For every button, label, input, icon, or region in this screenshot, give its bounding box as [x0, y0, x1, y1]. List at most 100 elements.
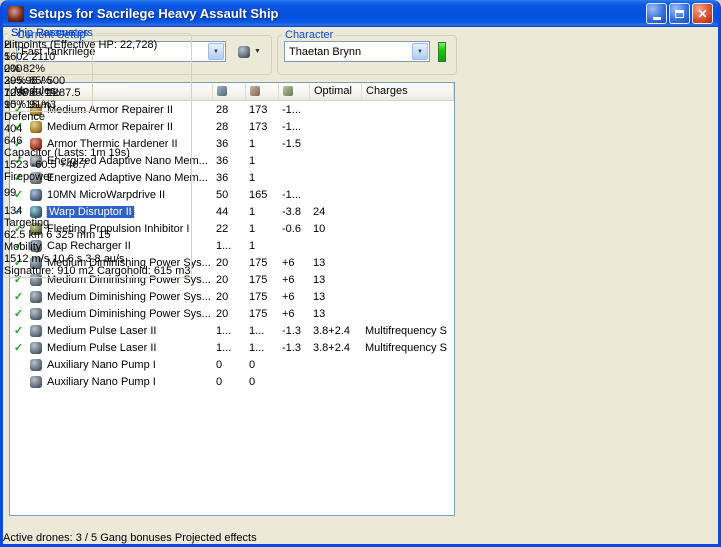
module-cap-value: +6 [282, 290, 295, 303]
character-skill-indicator [438, 41, 446, 62]
module-status-icon: ✓ [13, 342, 24, 354]
armor-hp: 2110 [32, 51, 56, 63]
setup-actions-chevron-icon: ▼ [254, 48, 261, 55]
character-group: Character Thaetan Brynn ▼ [277, 29, 457, 75]
column-optimal[interactable]: Optimal [310, 83, 362, 100]
module-optimal-value: 10 [313, 222, 326, 235]
window-title: Setups for Sacrilege Heavy Assault Ship [29, 6, 279, 21]
capacitor-column-icon [283, 86, 293, 96]
column-cpu[interactable] [213, 83, 246, 100]
setup-combobox-dropdown-button[interactable]: ▼ [208, 43, 224, 60]
hitpoints-title: Hitpoints (Effective HP: 22,728) [4, 39, 158, 51]
module-cpu-value: 36 [216, 154, 229, 167]
module-powergrid-value: 175 [249, 273, 268, 286]
module-row[interactable]: Auxiliary Nano Pump I 0 0 [10, 373, 454, 390]
defence-title: Defence [4, 111, 45, 123]
module-row[interactable]: ✓ Medium Diminishing Power Sys... 20 175 +6 1… [10, 305, 454, 322]
module-powergrid-value: 0 [249, 358, 256, 371]
chevron-down-icon: ▼ [417, 48, 423, 55]
firepower-title: Firepower [4, 171, 53, 183]
module-row[interactable]: ✓ Medium Pulse Laser II 1... 1... -1.3 3.8+2.… [10, 339, 454, 356]
module-status-icon: ✓ [13, 291, 24, 303]
projected-effects-status[interactable]: Projected effects [175, 532, 257, 544]
module-powergrid-value: 1 [249, 137, 256, 150]
active-drones-status[interactable]: Active drones: 3 / 5 [3, 532, 97, 544]
module-cap-value: -1... [282, 120, 301, 133]
setup-actions-button[interactable]: ▼ [234, 44, 265, 60]
module-optimal-value: 13 [313, 273, 326, 286]
module-cpu-value: 44 [216, 205, 229, 218]
defence-box: Defence 404 646 [4, 111, 191, 147]
module-cap-value: +6 [282, 273, 295, 286]
kinetic-armor-resist: 83.1% [29, 87, 61, 99]
module-charge: Multifrequency S [365, 324, 447, 337]
module-powergrid-value: 1... [249, 324, 265, 337]
module-cpu-value: 20 [216, 290, 229, 303]
capacitor-title: Capacitor (Lasts: 1m 19s) [4, 147, 130, 159]
signature-radius: Signature: 910 m2 [4, 265, 94, 277]
column-charges[interactable]: Charges [362, 83, 454, 100]
module-cap-value: -1... [282, 188, 301, 201]
sensor-strength-value: 15 [98, 229, 111, 241]
minimize-button[interactable] [646, 3, 667, 24]
module-row[interactable]: ✓ Medium Diminishing Power Sys... 20 175 +6 1… [10, 288, 454, 305]
module-optimal-value: 13 [313, 256, 326, 269]
module-powergrid-value: 173 [249, 103, 268, 116]
module-icon [27, 324, 45, 337]
em-armor-resist: 82% [22, 63, 45, 75]
targeting-box: Targeting 62.5 km 6 325 mm 15 [4, 217, 191, 241]
module-powergrid-value: 173 [249, 120, 268, 133]
module-name: Medium Diminishing Power Sys... [47, 290, 211, 303]
module-cap-value: +6 [282, 256, 295, 269]
module-cpu-value: 22 [216, 222, 229, 235]
app-icon [8, 5, 24, 22]
module-cpu-value: 1... [216, 341, 232, 354]
explosive-shield-resist: 90% [4, 99, 27, 111]
ship-parameters-label: Ship Parameters [11, 27, 93, 39]
maximize-icon [675, 9, 684, 18]
module-status-icon: ✓ [13, 325, 24, 337]
character-label: Character [285, 29, 334, 41]
shield-hp-value: 1602 [4, 51, 29, 63]
module-cpu-value: 0 [216, 358, 223, 371]
character-combobox-dropdown-button[interactable]: ▼ [412, 43, 428, 60]
module-row[interactable]: ✓ Medium Pulse Laser II 1... 1... -1.3 3.8+2.… [10, 322, 454, 339]
armor-defence-value: 646 [4, 135, 23, 147]
shield-defence-value: 404 [4, 123, 23, 135]
module-cap-value: +6 [282, 307, 295, 320]
module-icon [27, 375, 45, 388]
column-powergrid[interactable] [246, 83, 279, 100]
statusbar: Active drones: 3 / 5 Gang bonuses Projec… [3, 532, 718, 544]
volley-damage-value: 134 [4, 205, 23, 217]
module-name: Medium Pulse Laser II [47, 341, 157, 354]
armor-hp-value: 2110 [31, 51, 56, 63]
module-optimal-value: 24 [313, 205, 326, 218]
capacitor-amount: 1523 [4, 159, 29, 171]
module-name: Medium Pulse Laser II [47, 324, 157, 337]
setup-actions-icon [238, 45, 250, 58]
module-row[interactable]: Auxiliary Nano Pump I 0 0 [10, 356, 454, 373]
module-cpu-value: 1... [216, 239, 232, 252]
maximize-button[interactable] [669, 3, 690, 24]
module-optimal-value: 13 [313, 290, 326, 303]
module-optimal-value: 13 [313, 307, 326, 320]
module-optimal-value: 3.8+2.4 [313, 324, 351, 337]
module-powergrid-value: 175 [249, 307, 268, 320]
module-icon [27, 358, 45, 371]
module-cpu-value: 0 [216, 375, 223, 388]
character-combobox[interactable]: Thaetan Brynn ▼ [284, 41, 430, 62]
titlebar[interactable]: Setups for Sacrilege Heavy Assault Ship … [3, 0, 718, 27]
resist-grid: 0% 82% 20% 85% 70% 83.1% 90% 91% [4, 63, 191, 111]
module-cpu-value: 20 [216, 273, 229, 286]
minimize-icon [652, 17, 661, 20]
module-name: Auxiliary Nano Pump I [47, 375, 156, 388]
mobility-title: Mobility [4, 241, 42, 253]
close-button[interactable]: ✕ [692, 3, 713, 24]
module-powergrid-value: 165 [249, 188, 268, 201]
module-icon [27, 290, 45, 303]
gang-bonuses-status[interactable]: Gang bonuses [100, 532, 172, 544]
column-capacitor[interactable] [279, 83, 310, 100]
capacitor-recharge-value: +46.7 [59, 159, 88, 171]
module-cpu-value: 1... [216, 324, 232, 337]
app-window: Setups for Sacrilege Heavy Assault Ship … [0, 0, 721, 547]
